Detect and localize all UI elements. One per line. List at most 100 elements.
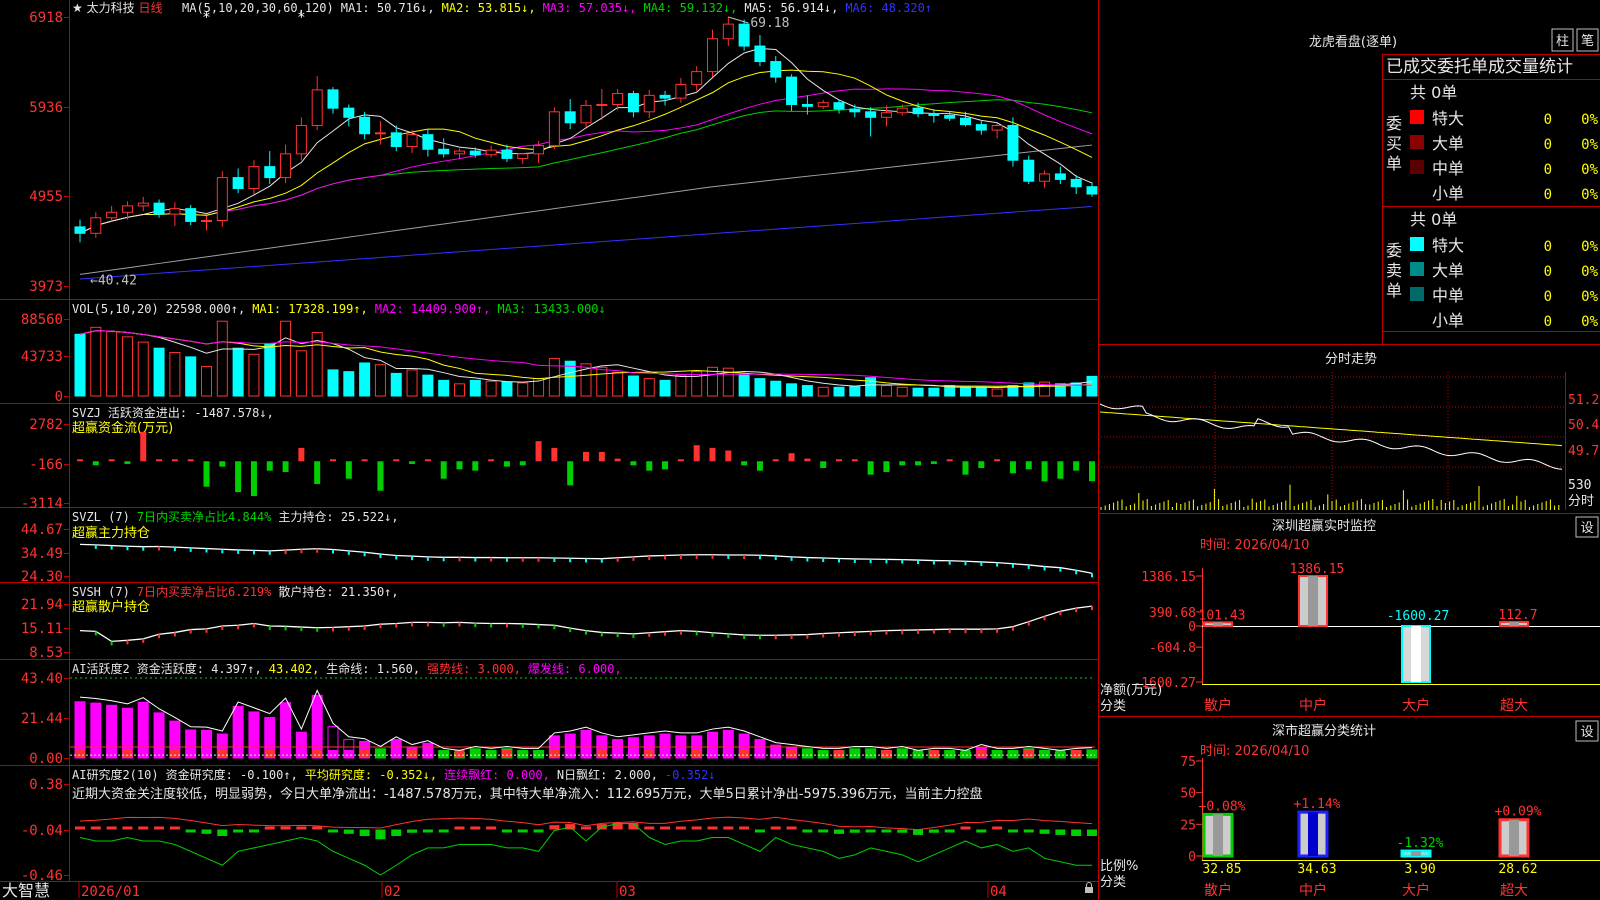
y-tick-label: -166: [29, 457, 63, 473]
candle-body: [169, 208, 181, 215]
flow-bar: [1041, 461, 1048, 482]
research-bar: [201, 829, 212, 834]
holding-dot: [426, 556, 429, 561]
row-label: 中单: [1432, 286, 1464, 305]
svg-text:柱: 柱: [1556, 34, 1569, 49]
activity-base: [770, 750, 781, 758]
holding-dot: [1027, 564, 1030, 569]
activity-base: [1023, 750, 1034, 758]
flow-bar: [345, 461, 352, 479]
holding-dot: [932, 629, 935, 634]
activity-base: [802, 750, 813, 758]
volume-bar: [612, 372, 624, 397]
row-percent: 0%: [1581, 289, 1598, 305]
volume-bar: [991, 388, 1003, 397]
activity-base: [343, 750, 354, 758]
activity-base: [675, 750, 686, 758]
y-tick-label: 4955: [29, 189, 63, 205]
holding-dot: [853, 632, 856, 637]
activity-base: [375, 750, 386, 758]
holding-dot: [664, 555, 667, 560]
row-swatch: [1410, 110, 1424, 124]
holding-dot: [853, 558, 856, 563]
settings-button[interactable]: 设: [1575, 516, 1599, 538]
holding-dot: [94, 631, 97, 636]
holding-dot: [537, 557, 540, 562]
settings-button-2[interactable]: 设: [1575, 720, 1599, 742]
flow-bar: [503, 461, 510, 467]
date-label: 03: [619, 884, 636, 900]
flow-bar: [662, 461, 669, 470]
svg-text:设: 设: [1580, 725, 1593, 740]
holding-dot: [790, 556, 793, 561]
activity-base: [707, 750, 718, 758]
candle-body: [74, 226, 86, 234]
flow-bar: [567, 461, 574, 486]
class-value-label: 32.85: [1202, 862, 1241, 877]
row-percent: 0%: [1581, 187, 1598, 203]
class-tick: 50: [1180, 787, 1196, 802]
flow-bar: [314, 461, 321, 485]
holding-dot: [411, 556, 414, 561]
flow-bar: [440, 461, 447, 479]
legend-item: 连续飘红: 0.000,: [444, 767, 550, 782]
research-bar: [359, 829, 370, 836]
holding-dot: [1043, 566, 1046, 571]
candle-body: [422, 134, 434, 150]
flow-bar: [282, 461, 289, 472]
candle-body: [1007, 125, 1019, 161]
holding-dot: [932, 560, 935, 565]
holding-dot: [632, 633, 635, 638]
flow-bar: [709, 447, 716, 462]
svg-text:★ 太力科技 日线: ★ 太力科技 日线: [72, 0, 162, 15]
flow-bar: [883, 461, 890, 472]
class-tick: 0: [1188, 850, 1196, 865]
holding-dot: [284, 626, 287, 631]
holding-dot: [442, 622, 445, 627]
volume-bar: [390, 372, 402, 397]
fund-flow-chart: [77, 431, 1095, 497]
holding-dot: [774, 635, 777, 640]
class-category: 散户: [1204, 882, 1232, 899]
class-bar-shine: [1411, 851, 1421, 856]
activity-base: [1007, 750, 1018, 758]
holding-dot: [616, 557, 619, 562]
class-change-label: +0.09%: [1495, 805, 1542, 820]
candlestick-chart: 69.18 ←40.42 * *: [74, 10, 1098, 289]
bar-mode-button[interactable]: 柱: [1551, 28, 1574, 52]
activity-base: [628, 750, 639, 758]
y-tick-label: 44.67: [21, 522, 63, 538]
holding-dot: [395, 555, 398, 560]
class-value-label: 34.63: [1297, 862, 1336, 877]
holding-dot: [316, 548, 319, 553]
research-bar: [533, 829, 544, 833]
tick-mode-button[interactable]: 笔: [1576, 28, 1599, 52]
row-swatch: [1410, 262, 1424, 276]
holding-dot: [1011, 563, 1014, 568]
row-percent: 0%: [1581, 314, 1598, 330]
holding-dot: [268, 625, 271, 630]
volume-bar: [327, 369, 339, 397]
candle-body: [912, 107, 924, 115]
y-tick-label: 15.11: [21, 621, 63, 637]
date-axis: 2026/01 02 03 04: [78, 882, 1007, 900]
holding-dot: [332, 549, 334, 554]
monitor-tick: -604.8: [1149, 641, 1196, 656]
research-bar: [391, 829, 402, 836]
activity-base: [865, 750, 876, 758]
candle-body: [454, 150, 465, 155]
volume-bar: [896, 386, 908, 397]
flow-bar: [646, 461, 653, 471]
class-category: 超大: [1500, 883, 1528, 899]
intraday-chart[interactable]: 51.24 50.48 49.72 530分时: [1098, 372, 1600, 510]
flow-bar: [535, 441, 542, 462]
legend-item: 强势线: 3.000,: [427, 662, 521, 676]
research-bar: [707, 826, 718, 830]
research-bar: [154, 826, 165, 830]
class-category: 大户: [1402, 882, 1430, 899]
ma2-line: [79, 69, 1093, 234]
candle-body: [327, 89, 339, 109]
lock-icon: [1085, 882, 1093, 893]
volume-bar: [74, 333, 86, 397]
monitor-value-label: 112.7: [1498, 608, 1537, 623]
